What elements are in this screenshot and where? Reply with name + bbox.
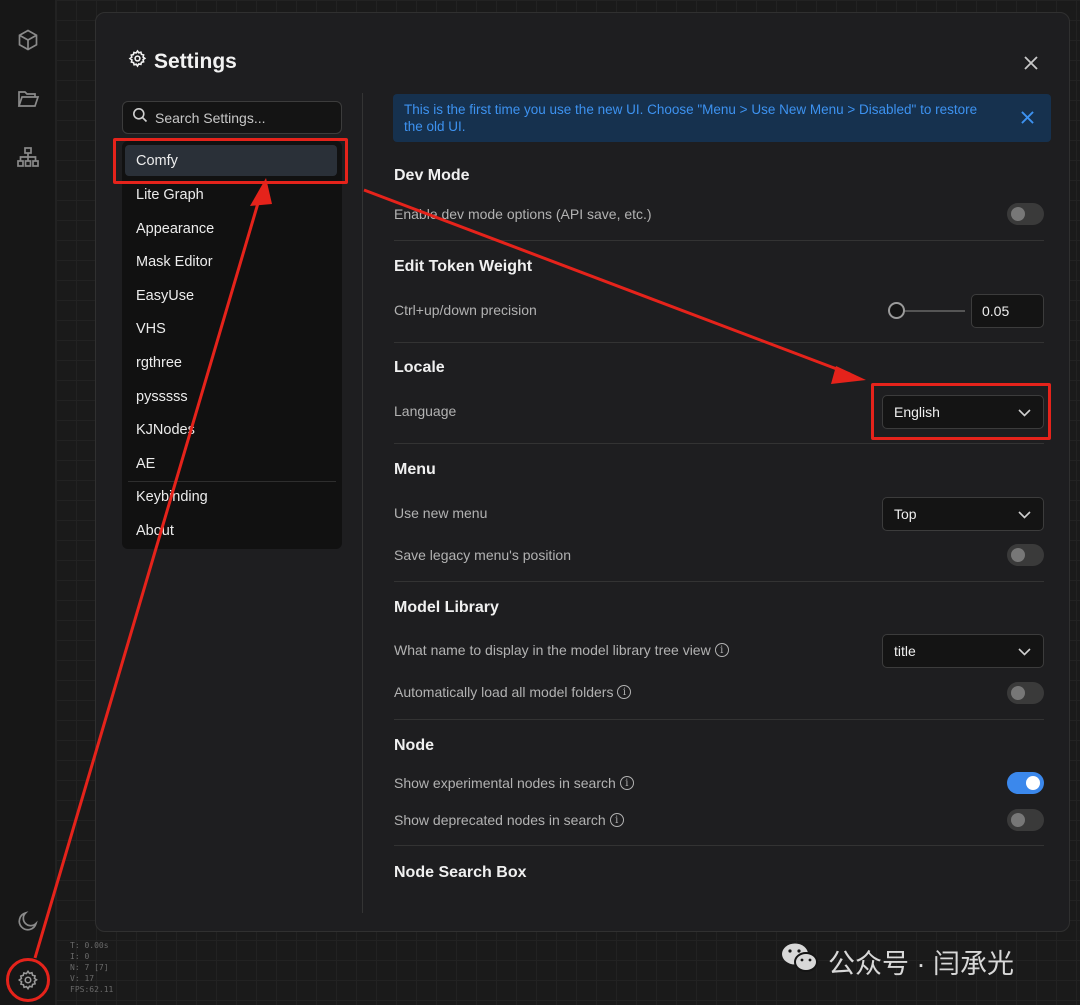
annotation-arrowhead — [250, 178, 272, 206]
watermark: 公众号 · 闫承光 — [780, 941, 1014, 982]
wechat-icon — [780, 941, 820, 982]
watermark-text: 公众号 · 闫承光 — [828, 949, 1014, 979]
annotation-arrow-to-language — [363, 188, 851, 376]
annotation-arrow-to-comfy — [33, 192, 263, 959]
annotation-arrowhead — [831, 366, 866, 384]
annotation-arrows — [33, 178, 866, 959]
